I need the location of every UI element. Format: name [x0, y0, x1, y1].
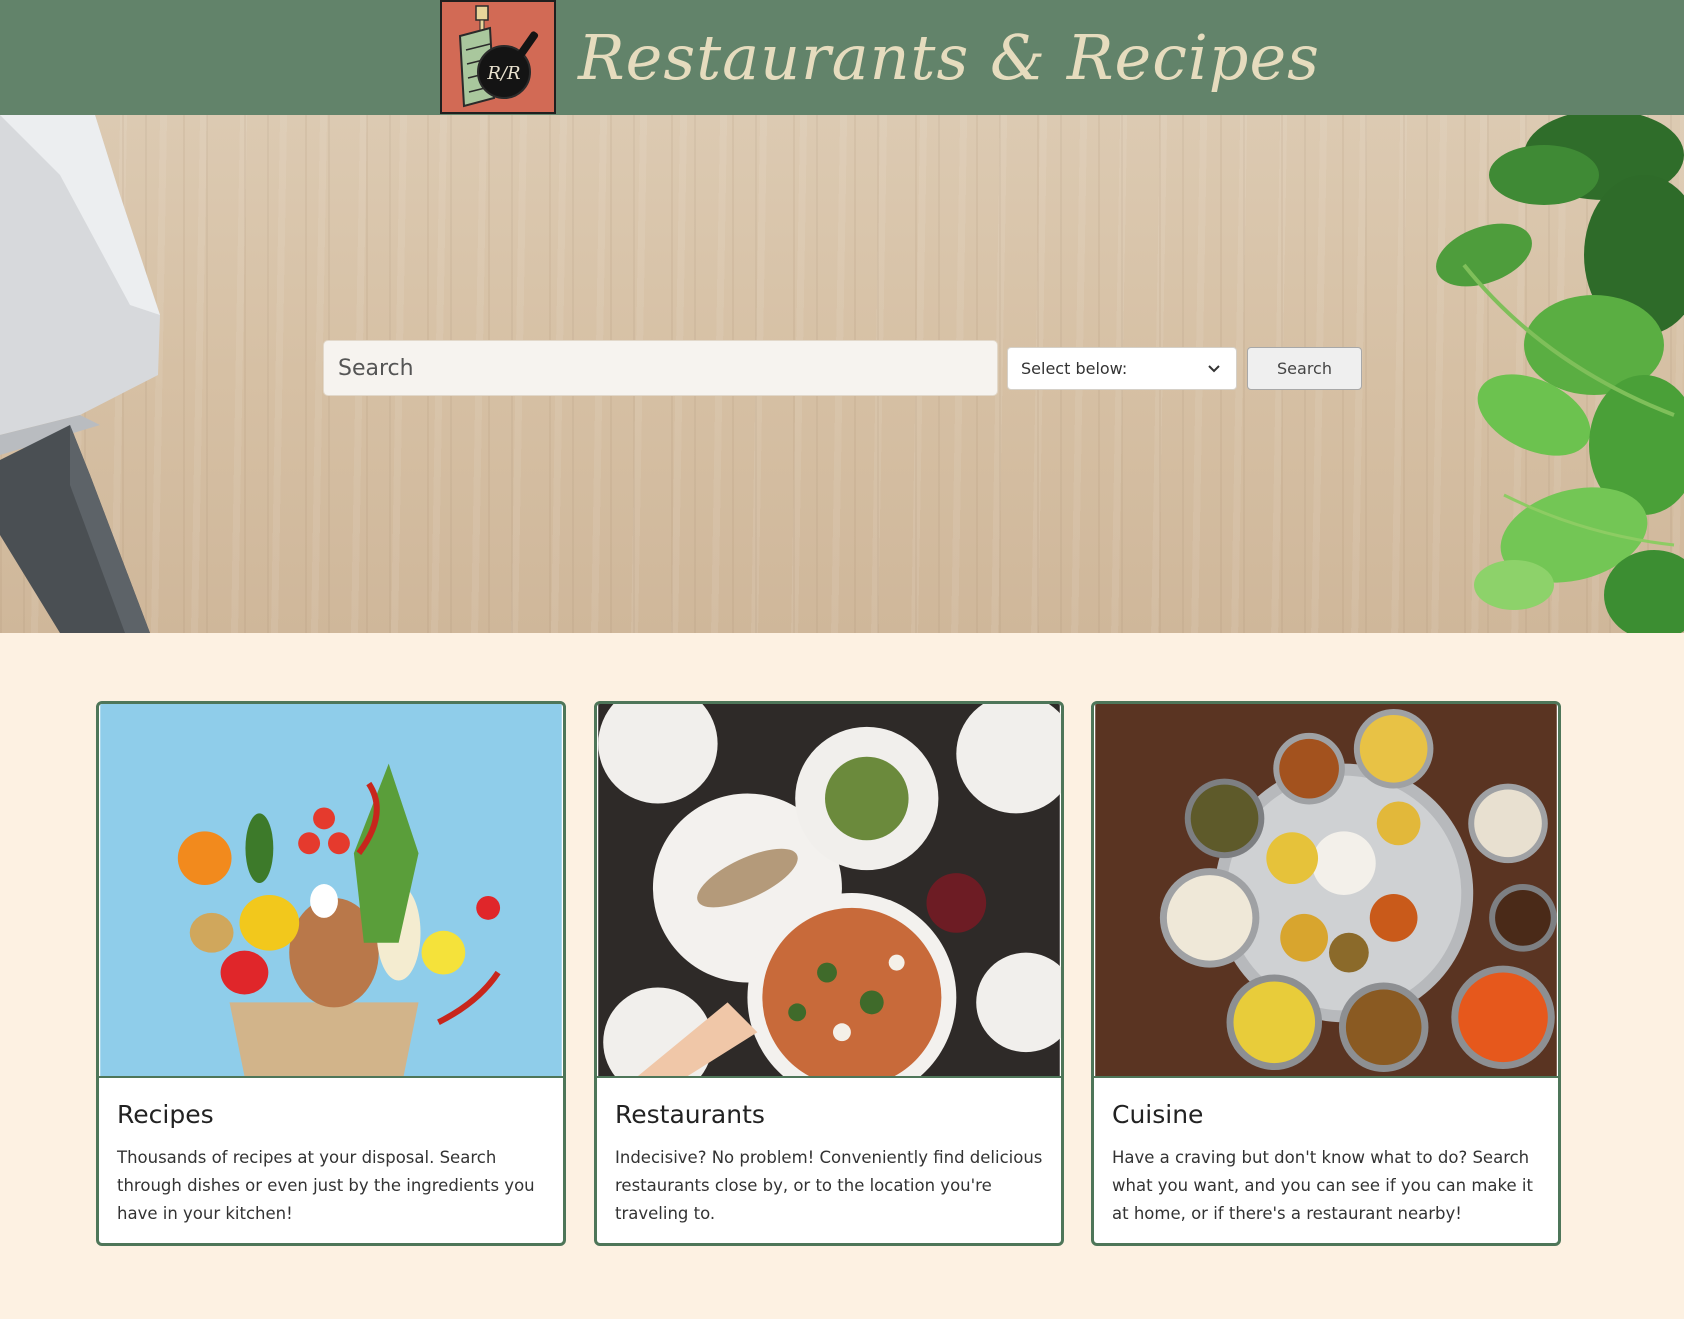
svg-text:R/R: R/R [486, 63, 520, 84]
groceries-image [99, 704, 563, 1078]
site-title: Restaurants & Recipes [578, 21, 1320, 94]
dining-table-image [597, 704, 1061, 1078]
chevron-down-icon [1208, 364, 1220, 372]
search-input[interactable] [323, 340, 998, 396]
site-logo[interactable]: R/R [440, 0, 556, 114]
card-title: Cuisine [1112, 1100, 1204, 1129]
thali-image [1094, 704, 1558, 1078]
card-description: Thousands of recipes at your disposal. S… [117, 1148, 535, 1223]
category-select[interactable]: Select below: [1007, 347, 1237, 390]
header-bar: R/R Restaurants & Recipes [0, 0, 1684, 115]
card-title: Recipes [117, 1100, 214, 1129]
knife-image [0, 115, 160, 633]
category-select-label: Select below: [1021, 359, 1128, 378]
search-button[interactable]: Search [1247, 347, 1362, 390]
card-cuisine[interactable]: Cuisine Have a craving but don't know wh… [1091, 701, 1561, 1246]
herbs-image [1436, 115, 1684, 633]
card-description: Indecisive? No problem! Conveniently fin… [615, 1148, 1043, 1223]
card-description: Have a craving but don't know what to do… [1112, 1148, 1533, 1223]
card-restaurants[interactable]: Restaurants Indecisive? No problem! Conv… [594, 701, 1064, 1246]
card-recipes[interactable]: Recipes Thousands of recipes at your dis… [96, 701, 566, 1246]
card-title: Restaurants [615, 1100, 765, 1129]
hero-banner: Select below: Search [0, 115, 1684, 633]
book-pan-icon: R/R [458, 5, 539, 108]
